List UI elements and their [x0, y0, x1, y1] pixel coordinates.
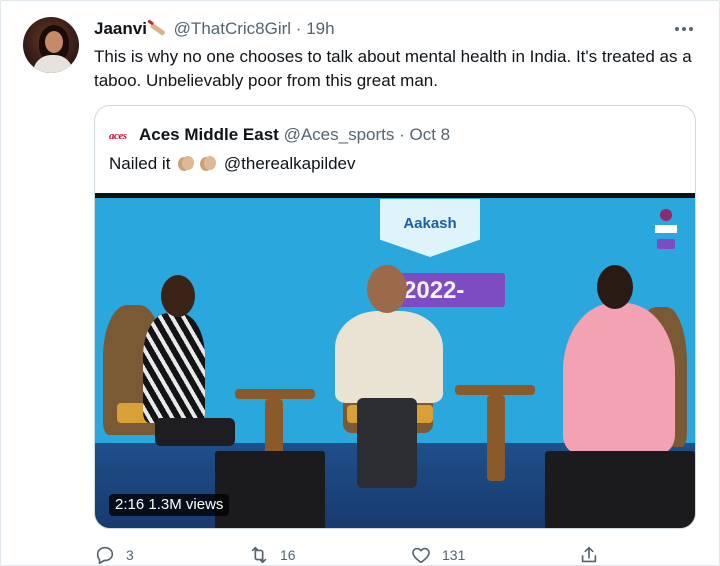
guest-left-legs [155, 418, 235, 446]
avatar-shirt [33, 55, 73, 73]
tweet-text: This is why no one chooses to talk about… [94, 47, 692, 90]
share-button[interactable] [578, 543, 600, 566]
separator: · [295, 19, 302, 38]
quoted-date[interactable]: Oct 8 [410, 125, 451, 144]
guest-right [563, 303, 675, 453]
guest-center-head [367, 265, 407, 313]
like-icon [412, 547, 430, 564]
reply-button[interactable]: 3 [94, 543, 134, 566]
quoted-tweet[interactable]: aces Aces Middle East @Aces_sports · Oct … [94, 105, 696, 529]
side-table-right [455, 385, 535, 395]
mention-link[interactable]: @therealkapildev [224, 154, 356, 173]
guest-center-legs [357, 398, 417, 488]
sponsor-logo: Aakash [380, 199, 480, 257]
side-table-left-base [265, 399, 283, 459]
guest-center [335, 311, 443, 403]
avatar[interactable] [23, 17, 79, 73]
like-count: 131 [442, 547, 466, 563]
tweet-card: Jaanvi @ThatCric8Girl · 19h This is why … [0, 0, 720, 566]
stage-monitor-left [215, 451, 325, 528]
timestamp[interactable]: 19h [306, 19, 334, 38]
reply-icon [96, 546, 114, 565]
aces-logo: aces [109, 130, 127, 142]
tweet-header: Jaanvi @ThatCric8Girl · 19h [94, 18, 335, 40]
event-logo [655, 209, 677, 249]
handle[interactable]: @ThatCric8Girl [174, 19, 291, 38]
share-icon [581, 546, 597, 563]
quoted-text: Nailed it @therealkapildev [109, 152, 356, 176]
video-duration: 2:16 [115, 496, 145, 513]
event-banner: 2022- [395, 273, 505, 307]
retweet-count: 16 [280, 547, 296, 563]
video-player[interactable]: Aakash 2022- 2:16 1.3M views [95, 193, 695, 528]
quoted-display-name[interactable]: Aces Middle East [139, 125, 279, 144]
reply-count: 3 [126, 547, 134, 563]
clap-icon [200, 156, 217, 171]
quoted-separator: · [399, 125, 405, 144]
video-top-edge [95, 193, 695, 198]
guest-left-head [161, 275, 195, 317]
clap-icon [178, 156, 195, 171]
avatar-face [45, 31, 63, 53]
guest-left [143, 313, 205, 423]
guest-right-head [597, 265, 633, 309]
cricket-bat-icon [147, 19, 165, 36]
retweet-button[interactable]: 16 [248, 543, 296, 566]
retweet-icon [251, 546, 267, 564]
stage-monitor-right [545, 451, 695, 528]
quoted-handle[interactable]: @Aces_sports [284, 125, 395, 144]
quoted-text-prefix: Nailed it [109, 154, 171, 173]
like-button[interactable]: 131 [410, 543, 465, 566]
quoted-header: aces Aces Middle East @Aces_sports · Oct … [109, 123, 450, 146]
action-bar: 3 16 131 [94, 543, 614, 566]
side-table-right-base [487, 395, 505, 481]
more-icon[interactable] [675, 23, 695, 35]
video-badge: 2:16 1.3M views [109, 494, 230, 516]
video-views: 1.3M views [148, 496, 224, 513]
display-name[interactable]: Jaanvi [94, 19, 147, 38]
side-table-left [235, 389, 315, 399]
